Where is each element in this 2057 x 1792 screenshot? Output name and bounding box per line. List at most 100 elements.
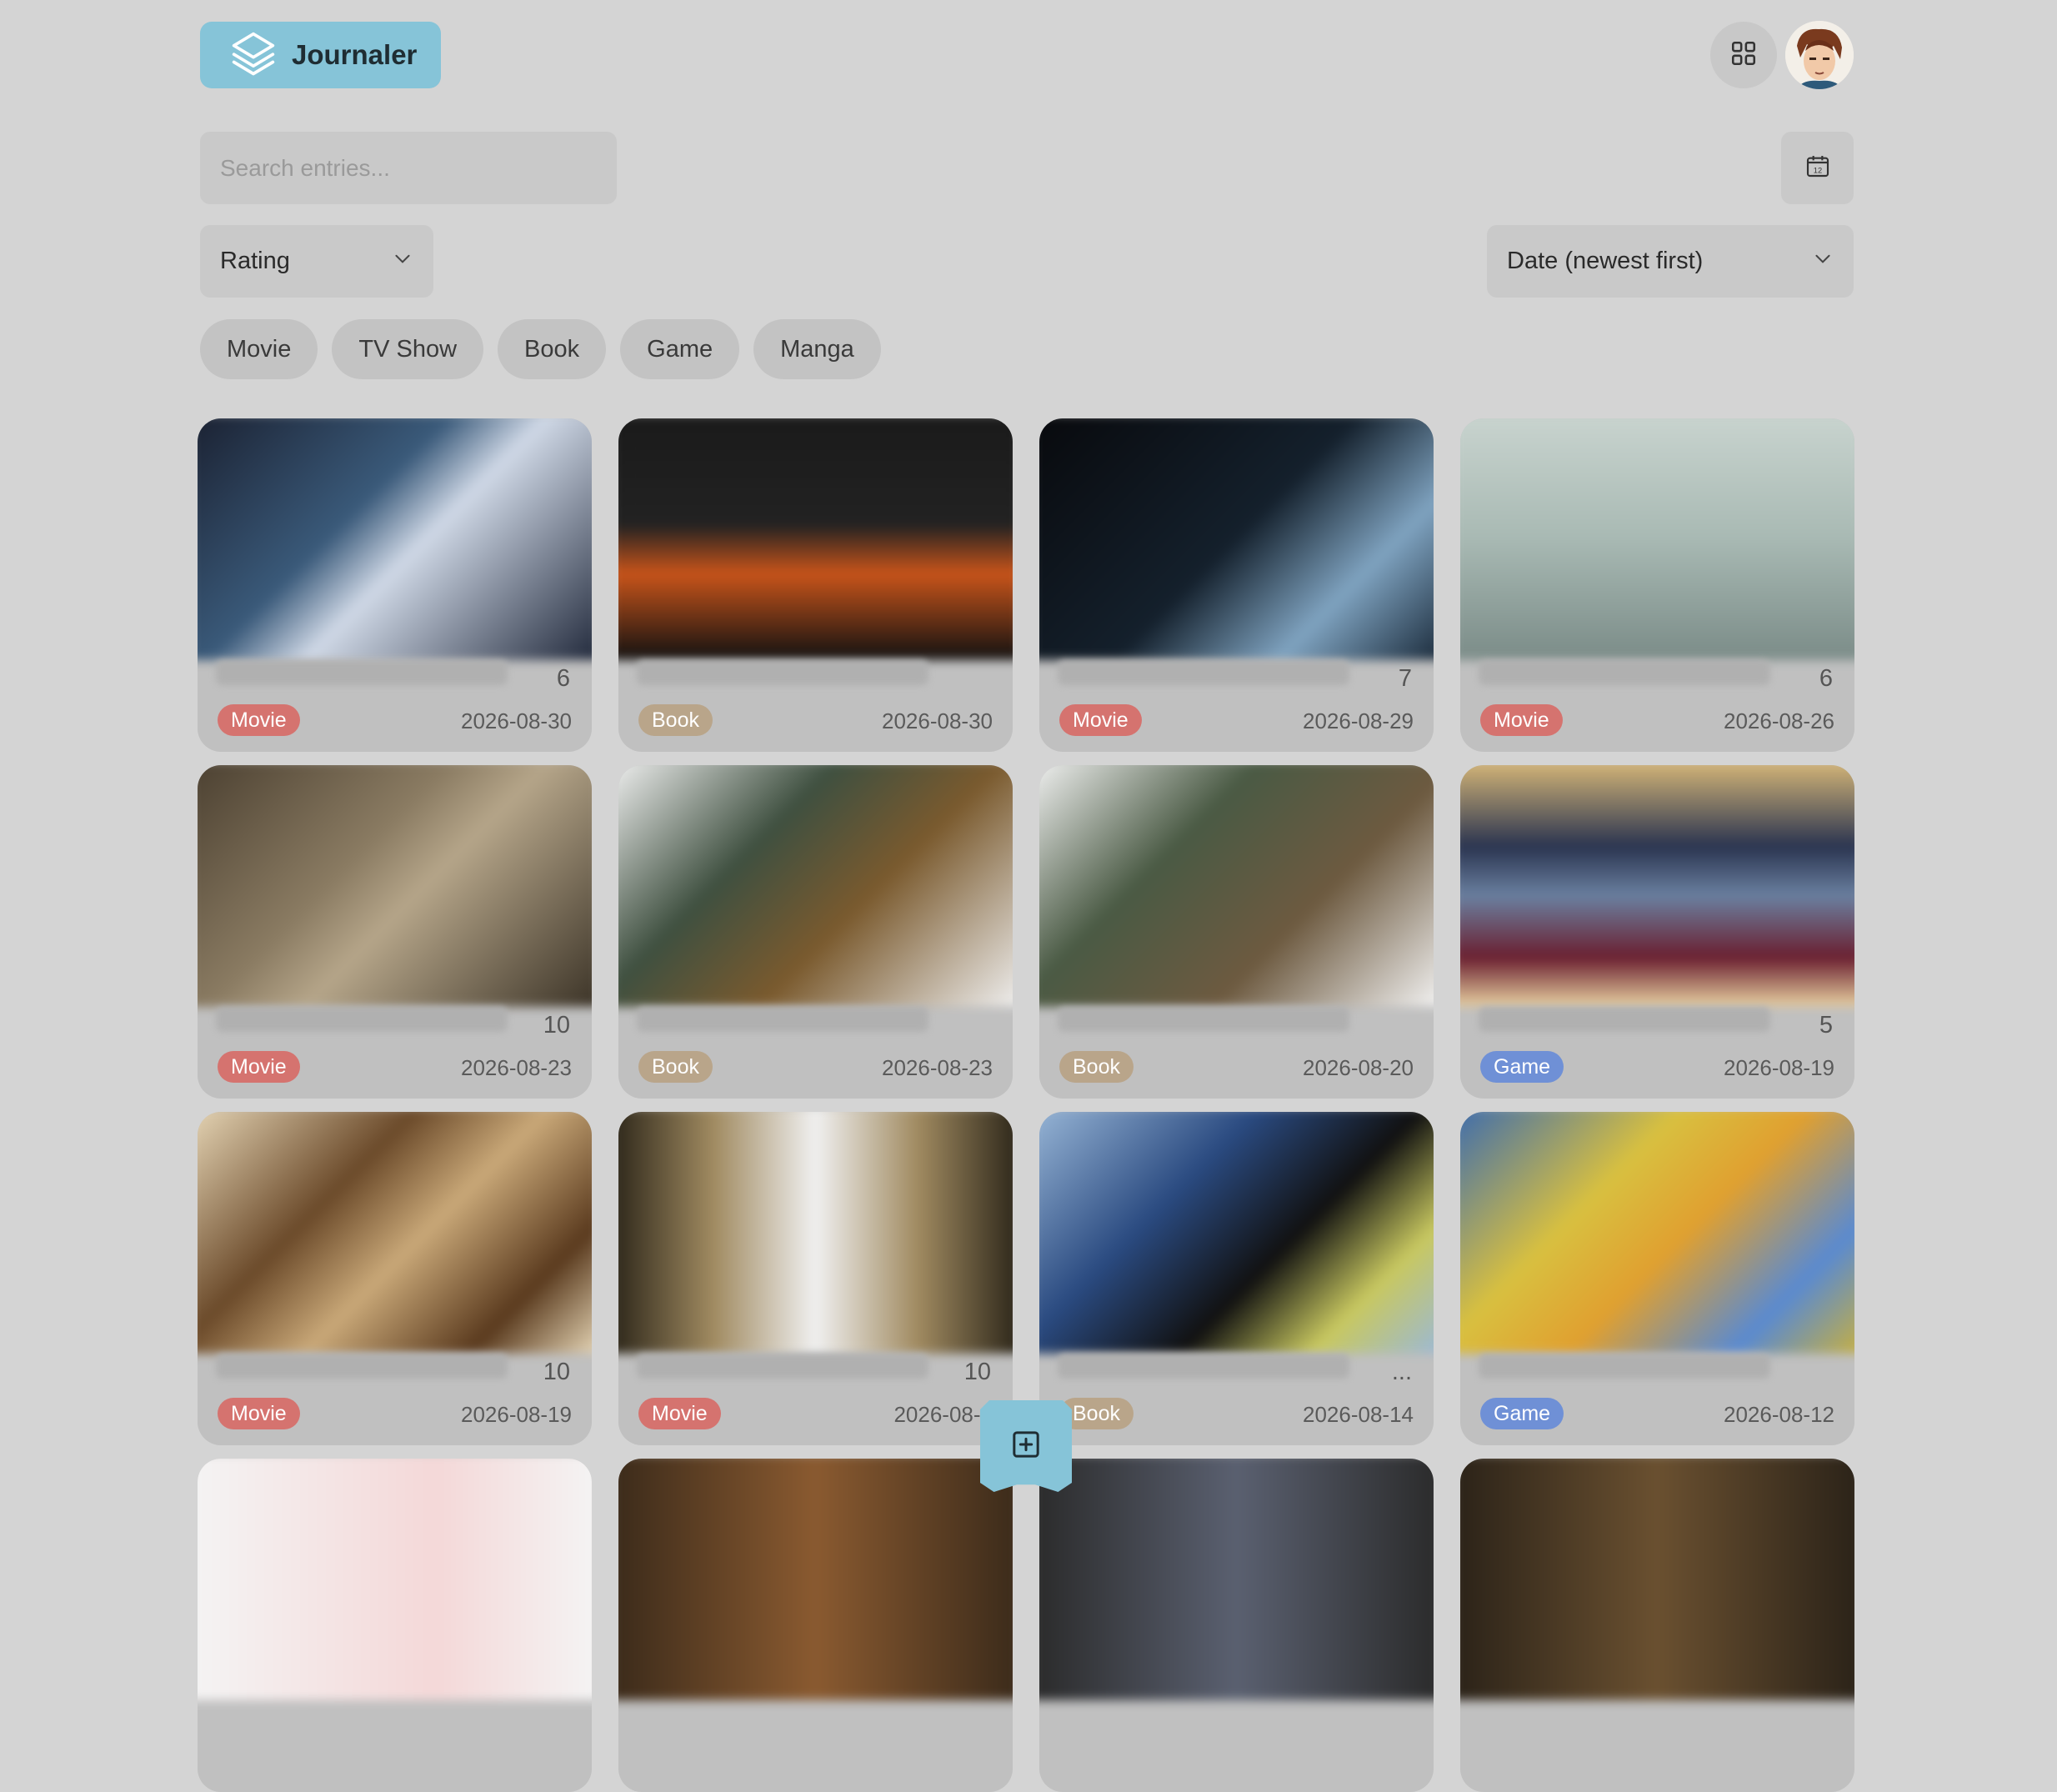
- entry-title-blurred: [1479, 1007, 1770, 1032]
- rating-filter-label: Rating: [220, 248, 290, 274]
- entry-card[interactable]: [1460, 1459, 1854, 1792]
- entry-title-blurred: [1058, 660, 1349, 685]
- entry-title-blurred: [1479, 1354, 1770, 1379]
- entry-card[interactable]: 10 Movie 2026-08-19: [198, 1112, 592, 1445]
- entry-rating: 6: [1819, 665, 1833, 692]
- entry-title-blurred: [637, 660, 928, 685]
- entry-cover-image: [198, 1112, 592, 1354]
- logo-button[interactable]: Journaler: [200, 22, 441, 88]
- entry-date: 2026-08-19: [1724, 1055, 1834, 1080]
- sort-label: Date (newest first): [1507, 248, 1704, 274]
- entry-cover-image: [198, 1459, 592, 1700]
- entry-date: 2026-08-19: [461, 1402, 572, 1427]
- entry-cover-image: [1460, 1112, 1854, 1354]
- entry-cover-image: [1039, 418, 1434, 660]
- chevron-down-icon: [392, 248, 413, 276]
- entry-title-blurred: [216, 660, 508, 685]
- entry-type-badge: Book: [1059, 1051, 1134, 1083]
- entry-rating: 10: [963, 1359, 991, 1385]
- entry-card[interactable]: 6 Movie 2026-08-30: [198, 418, 592, 752]
- entry-card[interactable]: 7 Movie 2026-08-29: [1039, 418, 1434, 752]
- entry-cover-image: [618, 1112, 1013, 1354]
- entry-type-badge: Movie: [1059, 704, 1142, 736]
- app-name: Journaler: [292, 39, 418, 70]
- entry-card[interactable]: ... Book 2026-08-14: [1039, 1112, 1434, 1445]
- entry-cover-image: [1460, 1459, 1854, 1700]
- entry-date: 2026-08-30: [882, 708, 993, 733]
- plus-square-icon: [1009, 1428, 1043, 1465]
- entry-card[interactable]: [198, 1459, 592, 1792]
- entry-date: 2026-08-23: [461, 1055, 572, 1080]
- layers-icon: [230, 30, 277, 81]
- entry-type-badge: Movie: [218, 1398, 300, 1429]
- chip-manga[interactable]: Manga: [753, 319, 881, 379]
- entry-title-blurred: [1058, 1007, 1349, 1032]
- search-input[interactable]: [200, 132, 617, 204]
- chip-game[interactable]: Game: [620, 319, 740, 379]
- entry-card[interactable]: Game 2026-08-12: [1460, 1112, 1854, 1445]
- entry-date: 2026-08-26: [1724, 708, 1834, 733]
- entry-type-badge: Book: [638, 704, 713, 736]
- entry-rating: 7: [1398, 665, 1412, 692]
- svg-text:12: 12: [1813, 167, 1821, 175]
- entry-title-blurred: [216, 1354, 508, 1379]
- chip-tv-show[interactable]: TV Show: [332, 319, 484, 379]
- rating-filter-select[interactable]: Rating: [200, 225, 433, 298]
- type-filter-chips: Movie TV Show Book Game Manga: [200, 319, 881, 379]
- entry-rating: 10: [543, 1359, 570, 1385]
- entry-cover-image: [618, 765, 1013, 1007]
- entry-card[interactable]: 6 Movie 2026-08-26: [1460, 418, 1854, 752]
- entry-cover-image: [618, 1459, 1013, 1700]
- entry-date: 2026-08-1: [893, 1402, 993, 1427]
- entry-cover-image: [1039, 1112, 1434, 1354]
- entry-cover-image: [1460, 765, 1854, 1007]
- entry-rating: ...: [1391, 1359, 1412, 1385]
- entry-type-badge: Movie: [1480, 704, 1563, 736]
- entry-card[interactable]: 10 Movie 2026-08-23: [198, 765, 592, 1099]
- entry-date: 2026-08-30: [461, 708, 572, 733]
- entry-card[interactable]: 5 Game 2026-08-19: [1460, 765, 1854, 1099]
- entry-type-badge: Movie: [638, 1398, 721, 1429]
- entry-title-blurred: [216, 1007, 508, 1032]
- entry-rating: 5: [1819, 1012, 1833, 1039]
- entry-title-blurred: [637, 1007, 928, 1032]
- entry-title-blurred: [1058, 1354, 1349, 1379]
- user-avatar[interactable]: [1785, 21, 1854, 89]
- entry-cover-image: [198, 765, 592, 1007]
- entry-cover-image: [198, 418, 592, 660]
- entry-cover-image: [1039, 765, 1434, 1007]
- chevron-down-icon: [1812, 248, 1834, 276]
- chip-movie[interactable]: Movie: [200, 319, 318, 379]
- grid-view-button[interactable]: [1710, 22, 1777, 88]
- calendar-button[interactable]: 12: [1781, 132, 1854, 204]
- entry-rating: 10: [543, 1012, 570, 1039]
- entry-title-blurred: [1479, 660, 1770, 685]
- entry-date: 2026-08-29: [1303, 708, 1414, 733]
- app-root: Journaler Search entries... 12 Rating Da…: [198, 0, 1854, 1792]
- entry-card[interactable]: Book 2026-08-20: [1039, 765, 1434, 1099]
- entry-card[interactable]: [618, 1459, 1013, 1792]
- entry-title-blurred: [637, 1354, 928, 1379]
- entry-date: 2026-08-20: [1303, 1055, 1414, 1080]
- entry-cover-image: [1460, 418, 1854, 660]
- sort-select[interactable]: Date (newest first): [1487, 225, 1854, 298]
- entry-type-badge: Game: [1480, 1398, 1564, 1429]
- add-entry-button[interactable]: [980, 1400, 1072, 1492]
- entries-grid: 6 Movie 2026-08-30 Book 2026-08-30 7 Movie 2026…: [198, 418, 1856, 1792]
- entry-type-badge: Book: [638, 1051, 713, 1083]
- entry-card[interactable]: [1039, 1459, 1434, 1792]
- entry-type-badge: Game: [1480, 1051, 1564, 1083]
- chip-book[interactable]: Book: [498, 319, 607, 379]
- entry-rating: 6: [556, 665, 570, 692]
- entry-date: 2026-08-12: [1724, 1402, 1834, 1427]
- entry-date: 2026-08-23: [882, 1055, 993, 1080]
- entry-card[interactable]: 10 Movie 2026-08-1: [618, 1112, 1013, 1445]
- entry-cover-image: [618, 418, 1013, 660]
- entry-cover-image: [1039, 1459, 1434, 1700]
- grid-icon: [1729, 39, 1758, 72]
- entry-card[interactable]: Book 2026-08-23: [618, 765, 1013, 1099]
- entry-type-badge: Movie: [218, 1051, 300, 1083]
- entry-card[interactable]: Book 2026-08-30: [618, 418, 1013, 752]
- entry-date: 2026-08-14: [1303, 1402, 1414, 1427]
- entry-type-badge: Movie: [218, 704, 300, 736]
